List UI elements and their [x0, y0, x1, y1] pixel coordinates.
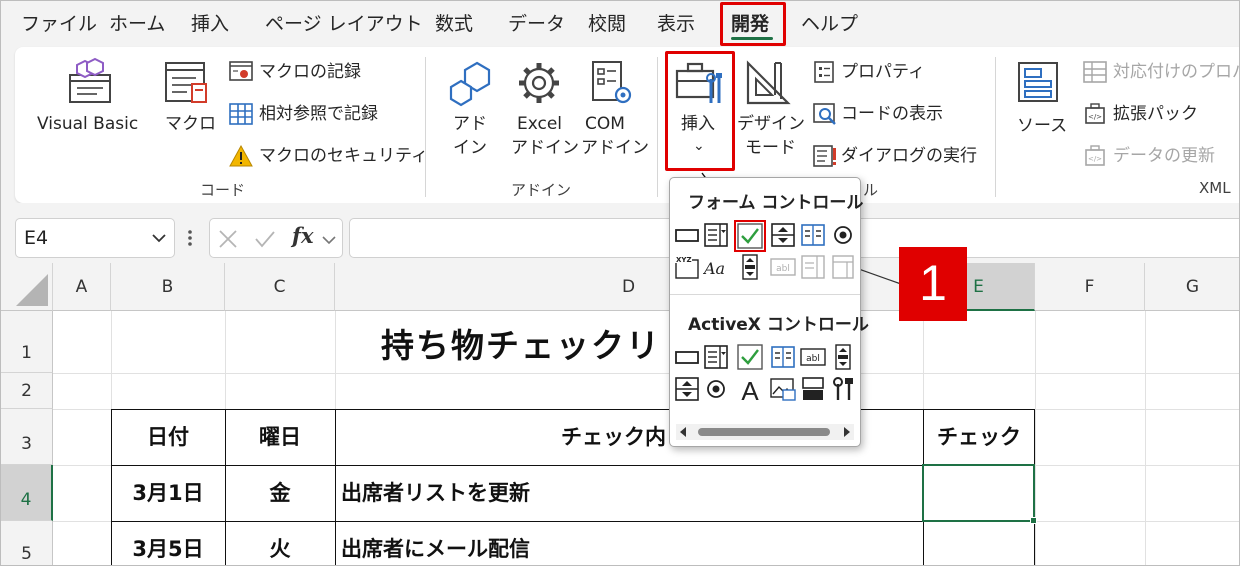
activex-toggle-button-icon[interactable] — [800, 376, 826, 402]
activex-checkbox-icon[interactable] — [737, 344, 763, 370]
checkbox-control-icon[interactable] — [737, 223, 763, 249]
button-control-icon[interactable] — [674, 222, 700, 248]
excel-window: ファイル ホーム 挿入 ページ レイアウト 数式 データ 校閲 表示 開発 ヘル… — [0, 0, 1240, 566]
activex-controls-title: ActiveX コントロール — [688, 315, 869, 335]
list-box-control-icon[interactable] — [800, 222, 826, 248]
activex-image-icon[interactable] — [770, 376, 796, 402]
combo-list-edit-control-icon — [801, 255, 825, 279]
insert-controls-dropdown: フォーム コントロール XYZ Aa abl ActiveX コントロール ab… — [669, 177, 869, 447]
form-controls-title: フォーム コントロール — [688, 193, 864, 213]
more-controls-icon[interactable] — [830, 376, 856, 402]
xyz-label: XYZ — [676, 256, 692, 264]
option-button-control-icon[interactable] — [830, 222, 856, 248]
activex-spin-button-icon[interactable] — [674, 376, 700, 402]
label-control-icon[interactable]: Aa — [703, 254, 729, 280]
activex-list-box-icon[interactable] — [770, 344, 796, 370]
abl-label: abl — [806, 354, 820, 364]
text-field-control-icon: abl — [770, 258, 796, 276]
callout-pointer — [701, 172, 902, 285]
combo-box-control-icon[interactable] — [703, 222, 729, 248]
a-label: A — [741, 376, 759, 402]
group-box-control-icon[interactable]: XYZ — [674, 254, 700, 280]
scroll-bar-control-icon[interactable] — [737, 254, 763, 280]
activex-scroll-bar-icon[interactable] — [830, 344, 856, 370]
activex-combo-box-icon[interactable] — [703, 344, 729, 370]
activex-label-icon[interactable]: A — [737, 376, 763, 402]
activex-option-button-icon[interactable] — [703, 376, 729, 402]
abl-label: abl — [776, 264, 790, 274]
activex-button-icon[interactable] — [674, 344, 700, 370]
spin-button-control-icon[interactable] — [770, 222, 796, 248]
activex-text-box-icon[interactable]: abl — [800, 344, 826, 370]
aa-label: Aa — [703, 259, 725, 278]
combo-drop-down-edit-control-icon — [832, 255, 854, 279]
dropdown-scrollbar[interactable] — [676, 424, 854, 440]
step-callout: 1 — [899, 247, 967, 321]
